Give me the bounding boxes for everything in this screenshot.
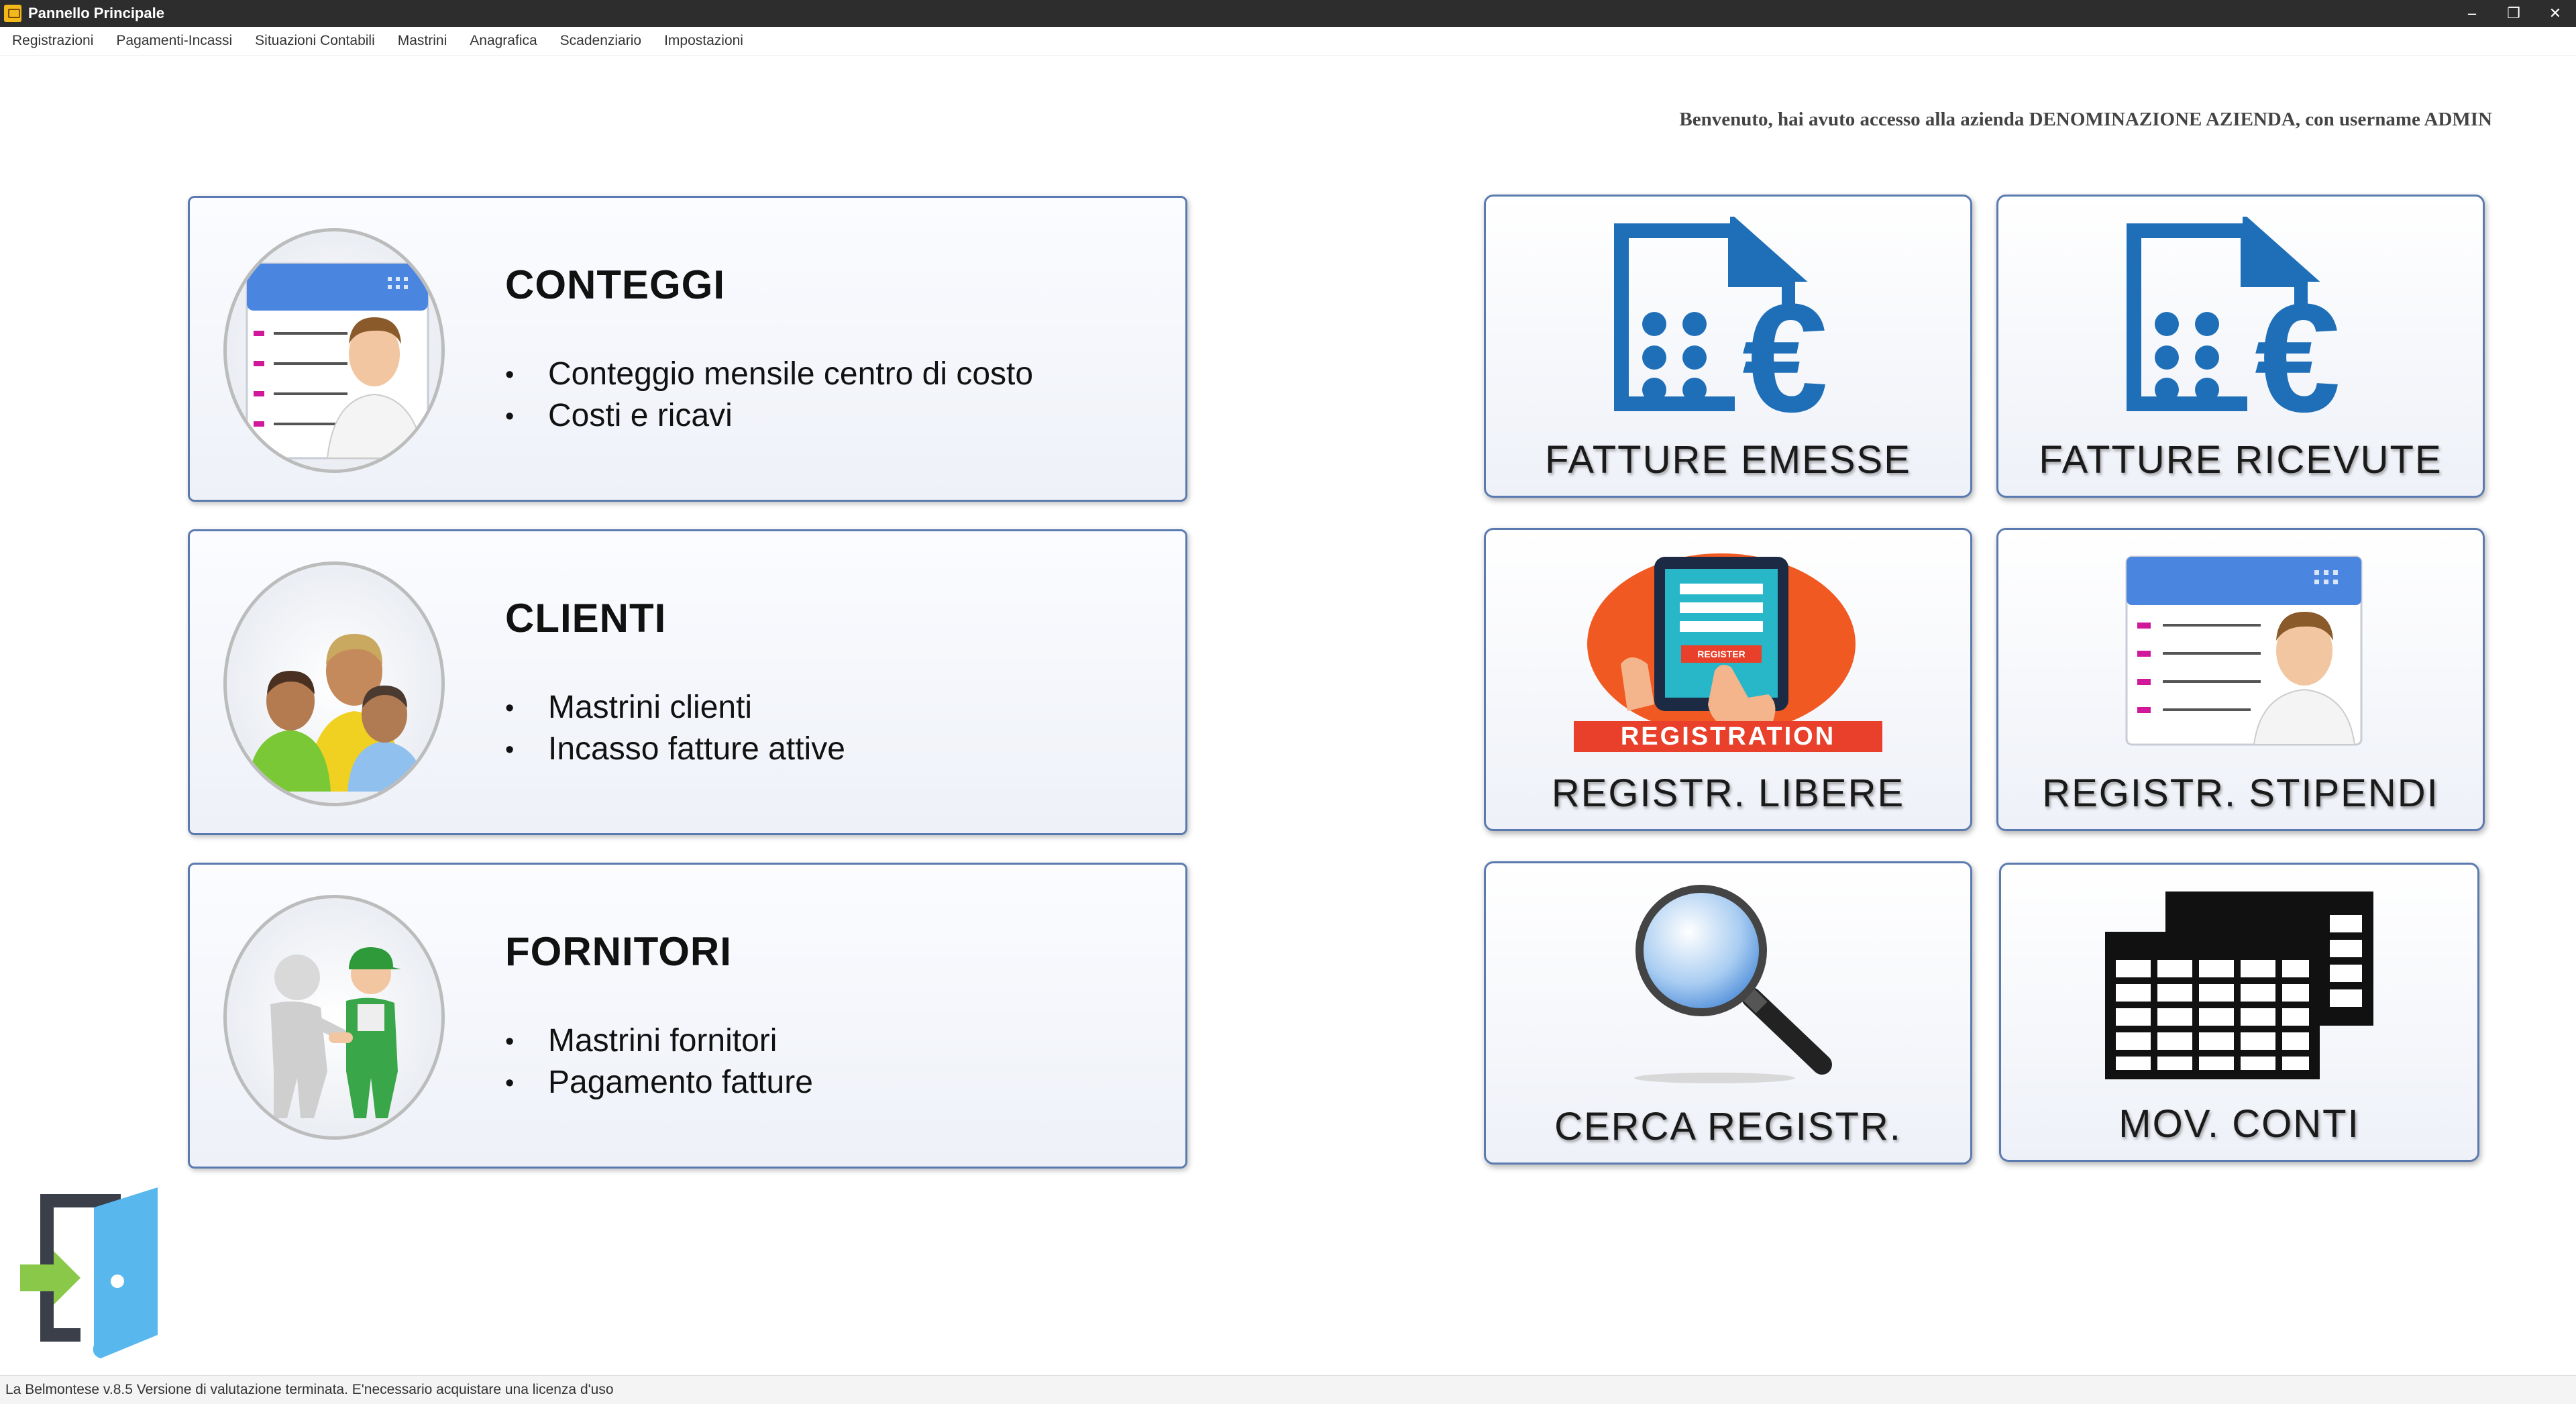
bullet-item: Incasso fatture attive (505, 731, 845, 772)
card-conteggi[interactable]: CONTEGGI Conteggio mensile centro di cos… (188, 196, 1187, 502)
card-bullets: Mastrini clienti Incasso fatture attive (505, 689, 845, 772)
bullet-item: Pagamento fatture (505, 1064, 813, 1105)
tile-label: CERCA REGISTR. (1554, 1105, 1902, 1148)
menu-impostazioni[interactable]: Impostazioni (653, 33, 754, 49)
card-fornitori[interactable]: FORNITORI Mastrini fornitori Pagamento f… (188, 863, 1187, 1169)
card-clienti[interactable]: CLIENTI Mastrini clienti Incasso fatture… (188, 529, 1187, 835)
magnifier-icon (1486, 877, 1970, 1091)
minimize-button[interactable]: – (2451, 0, 2493, 27)
tile-registr-stipendi[interactable]: REGISTR. STIPENDI (1996, 528, 2485, 831)
tile-cerca-registr[interactable]: CERCA REGISTR. (1484, 861, 1972, 1165)
user-form-icon (223, 228, 445, 473)
card-title: CLIENTI (505, 596, 667, 641)
svg-text:€: € (1742, 272, 1828, 418)
card-bullets: Mastrini fornitori Pagamento fatture (505, 1022, 813, 1105)
tile-label: REGISTR. STIPENDI (2042, 771, 2439, 815)
tile-label: REGISTR. LIBERE (1551, 771, 1905, 815)
tile-fatture-ricevute[interactable]: € FATTURE RICEVUTE (1996, 195, 2485, 498)
menu-mastrini[interactable]: Mastrini (387, 33, 458, 49)
register-button-art: REGISTER (1697, 649, 1746, 659)
menu-scadenziario[interactable]: Scadenziario (549, 33, 652, 49)
spreadsheet-icon (2001, 878, 2477, 1093)
menu-anagrafica[interactable]: Anagrafica (459, 33, 547, 49)
tile-label: FATTURE RICEVUTE (2039, 438, 2443, 482)
status-bar: La Belmontese v.8.5 Versione di valutazi… (0, 1375, 2576, 1404)
bullet-item: Mastrini fornitori (505, 1022, 813, 1064)
registration-banner-art: REGISTRATION (1621, 722, 1835, 751)
window-title: Pannello Principale (28, 5, 164, 21)
app-icon (4, 5, 21, 22)
invoice-euro-icon: € (1486, 210, 1970, 425)
handshake-icon (223, 895, 445, 1140)
menu-bar: Registrazioni Pagamenti-Incassi Situazio… (0, 27, 2576, 56)
menu-pagamenti-incassi[interactable]: Pagamenti-Incassi (105, 33, 243, 49)
card-title: CONTEGGI (505, 262, 726, 307)
tile-label: MOV. CONTI (2118, 1102, 2360, 1146)
tile-fatture-emesse[interactable]: € FATTURE EMESSE (1484, 195, 1972, 498)
tile-label: FATTURE EMESSE (1545, 438, 1911, 482)
title-bar: Pannello Principale – ❐ ✕ (0, 0, 2576, 27)
bullet-item: Costi e ricavi (505, 397, 1033, 439)
bullet-item: Conteggio mensile centro di costo (505, 356, 1033, 397)
exit-door-icon[interactable] (20, 1187, 161, 1362)
status-message: La Belmontese v.8.5 Versione di valutazi… (5, 1382, 614, 1397)
menu-situazioni-contabili[interactable]: Situazioni Contabili (244, 33, 386, 49)
window-controls: – ❐ ✕ (2451, 0, 2576, 27)
svg-text:€: € (2255, 272, 2341, 418)
card-bullets: Conteggio mensile centro di costo Costi … (505, 356, 1033, 439)
invoice-euro-icon: € (1998, 210, 2483, 425)
welcome-message: Benvenuto, hai avuto accesso alla aziend… (1679, 109, 2492, 130)
registration-tablet-icon: REGISTER REGISTRATION (1486, 543, 1970, 758)
card-title: FORNITORI (505, 929, 732, 974)
bullet-item: Mastrini clienti (505, 689, 845, 731)
user-form-icon (1998, 543, 2483, 758)
clients-group-icon (223, 561, 445, 806)
close-button[interactable]: ✕ (2534, 0, 2576, 27)
menu-registrazioni[interactable]: Registrazioni (1, 33, 104, 49)
tile-mov-conti[interactable]: MOV. CONTI (1999, 863, 2479, 1162)
restore-button[interactable]: ❐ (2493, 0, 2534, 27)
tile-registr-libere[interactable]: REGISTER REGISTRATION REGISTR. LIBERE (1484, 528, 1972, 831)
